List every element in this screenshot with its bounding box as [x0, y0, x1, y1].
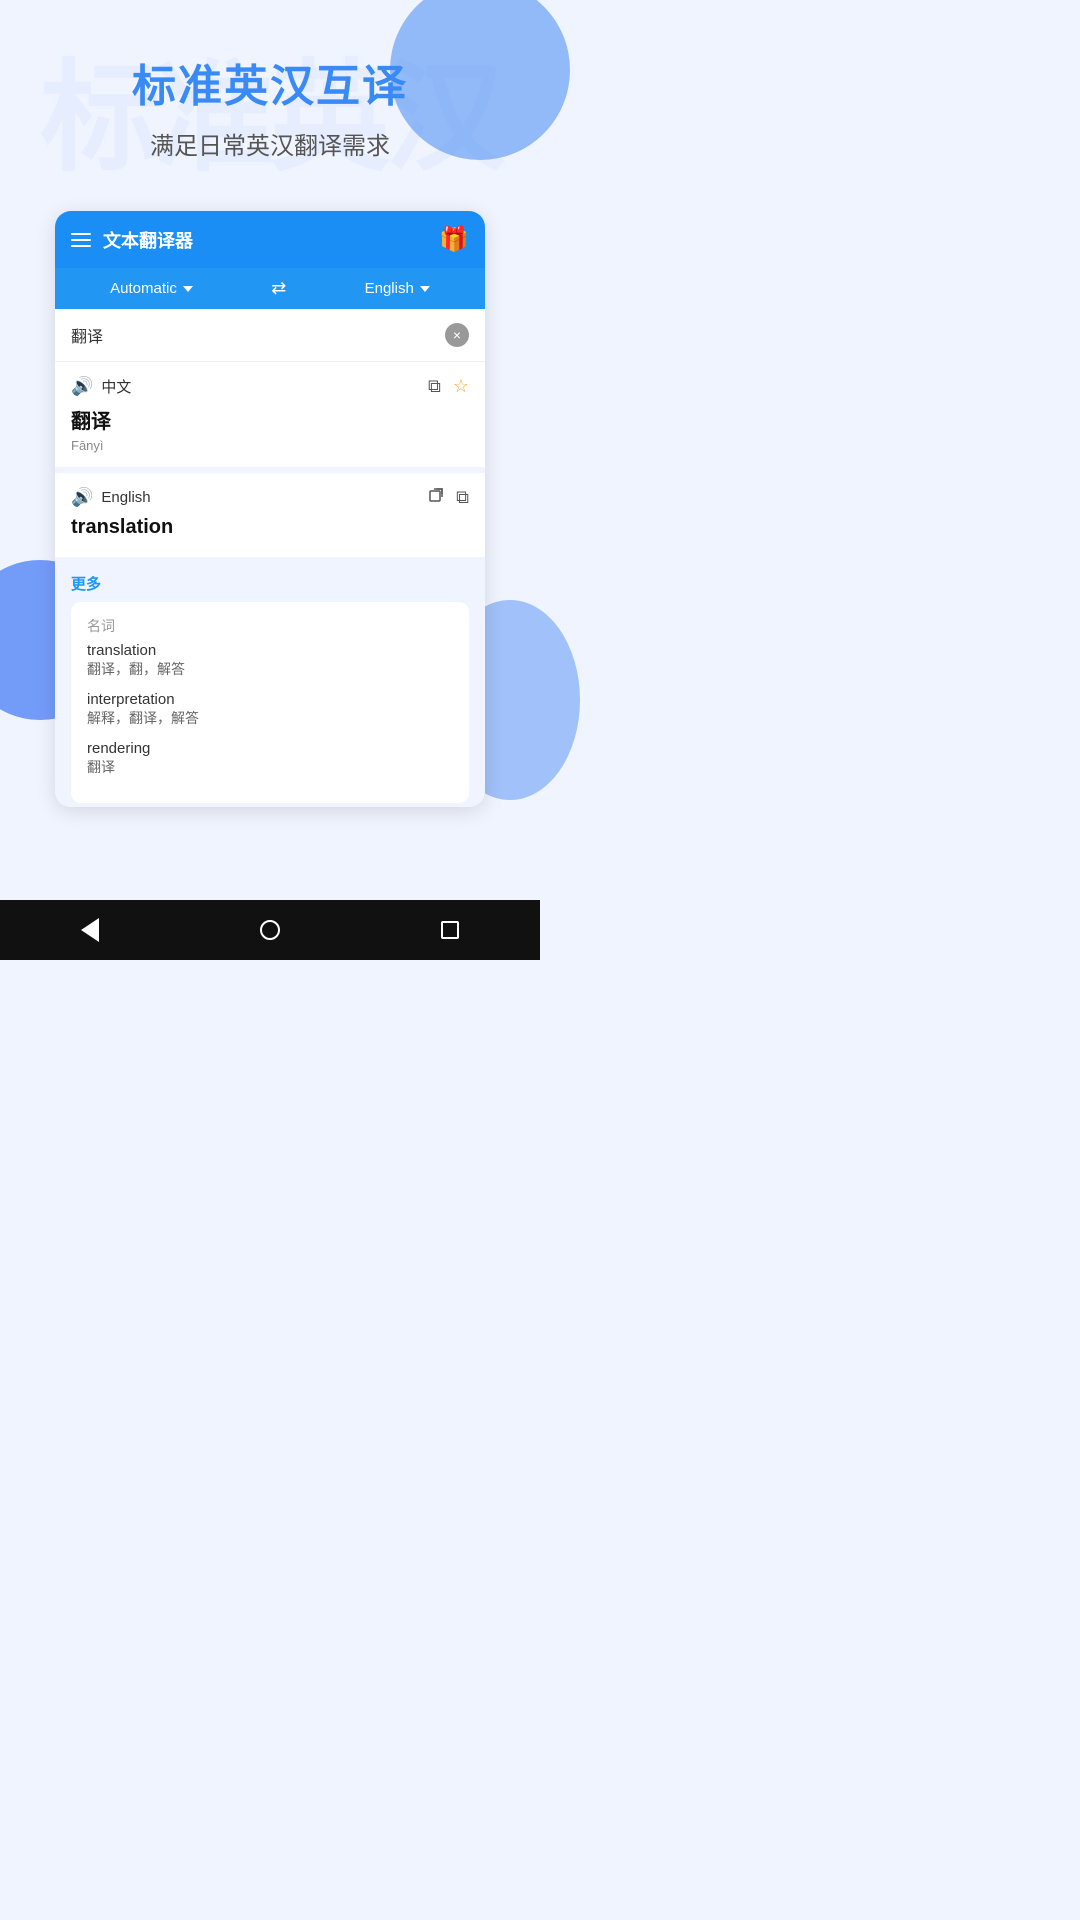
source-language-label: Automatic — [110, 280, 177, 297]
home-icon — [260, 920, 280, 940]
dict-meaning-3: 翻译 — [87, 757, 453, 777]
english-result-text: translation — [71, 516, 469, 539]
input-text: 翻译 — [71, 323, 445, 347]
dict-entry-3: rendering 翻译 — [87, 740, 453, 777]
clear-icon: × — [453, 327, 461, 343]
target-language-label: English — [365, 280, 414, 297]
more-content: 名词 translation 翻译，翻，解答 interpretation 解释… — [71, 602, 469, 803]
english-copy-button[interactable]: ⧉ — [456, 487, 469, 508]
english-lang-label: English — [101, 489, 150, 506]
menu-button[interactable] — [71, 233, 91, 247]
source-language-selector[interactable]: Automatic — [110, 280, 193, 297]
chinese-copy-button[interactable]: ⧉ — [428, 376, 441, 397]
more-label: 更多 — [71, 573, 469, 594]
back-button[interactable] — [81, 918, 99, 942]
target-language-selector[interactable]: English — [365, 280, 430, 297]
source-language-arrow-icon — [183, 286, 193, 292]
chinese-lang-label-group: 🔊 中文 — [71, 376, 131, 397]
chinese-result-header: 🔊 中文 ⧉ ☆ — [71, 376, 469, 397]
input-area[interactable]: 翻译 × — [55, 309, 485, 362]
part-of-speech-label: 名词 — [87, 616, 453, 636]
gift-button[interactable]: 🎁 — [439, 225, 469, 254]
english-lang-label-group: 🔊 English — [71, 487, 151, 508]
swap-language-button[interactable]: ⇄ — [271, 278, 286, 299]
dict-word-1: translation — [87, 642, 453, 659]
language-bar: Automatic ⇄ English — [55, 268, 485, 309]
chinese-lang-label: 中文 — [101, 376, 131, 397]
target-language-arrow-icon — [420, 286, 430, 292]
hero-title: 标准英汉互译 — [20, 50, 520, 114]
dict-meaning-2: 解释，翻译，解答 — [87, 708, 453, 728]
english-result-header: 🔊 English ⧉ — [71, 487, 469, 508]
recent-apps-button[interactable] — [441, 921, 459, 939]
chinese-result-actions: ⧉ ☆ — [428, 376, 469, 397]
app-header-left: 文本翻译器 — [71, 227, 193, 253]
chinese-result-section: 🔊 中文 ⧉ ☆ 翻译 Fānyì — [55, 362, 485, 473]
dict-word-2: interpretation — [87, 691, 453, 708]
chinese-result-pinyin: Fānyì — [71, 438, 469, 453]
app-header: 文本翻译器 🎁 — [55, 211, 485, 268]
english-result-actions: ⧉ — [428, 487, 469, 508]
chinese-star-button[interactable]: ☆ — [453, 376, 469, 397]
more-section: 更多 名词 translation 翻译，翻，解答 interpretation… — [55, 563, 485, 807]
app-title: 文本翻译器 — [103, 227, 193, 253]
bottom-navigation — [0, 900, 540, 960]
recent-apps-icon — [441, 921, 459, 939]
dict-entry-1: translation 翻译，翻，解答 — [87, 642, 453, 679]
dict-meaning-1: 翻译，翻，解答 — [87, 659, 453, 679]
dict-entry-2: interpretation 解释，翻译，解答 — [87, 691, 453, 728]
chinese-result-text: 翻译 — [71, 405, 469, 434]
back-icon — [81, 918, 99, 942]
english-result-section: 🔊 English ⧉ translation — [55, 473, 485, 563]
dict-word-3: rendering — [87, 740, 453, 757]
chinese-speaker-button[interactable]: 🔊 — [71, 376, 93, 397]
hero-section: 标准英汉互译 满足日常英汉翻译需求 — [0, 0, 540, 181]
clear-button[interactable]: × — [445, 323, 469, 347]
home-button[interactable] — [260, 920, 280, 940]
english-speaker-button[interactable]: 🔊 — [71, 487, 93, 508]
english-open-button[interactable] — [428, 487, 444, 508]
hero-subtitle: 满足日常英汉翻译需求 — [20, 126, 520, 161]
translator-app-card: 文本翻译器 🎁 Automatic ⇄ English 翻译 × 🔊 中文 ⧉ — [55, 211, 485, 807]
